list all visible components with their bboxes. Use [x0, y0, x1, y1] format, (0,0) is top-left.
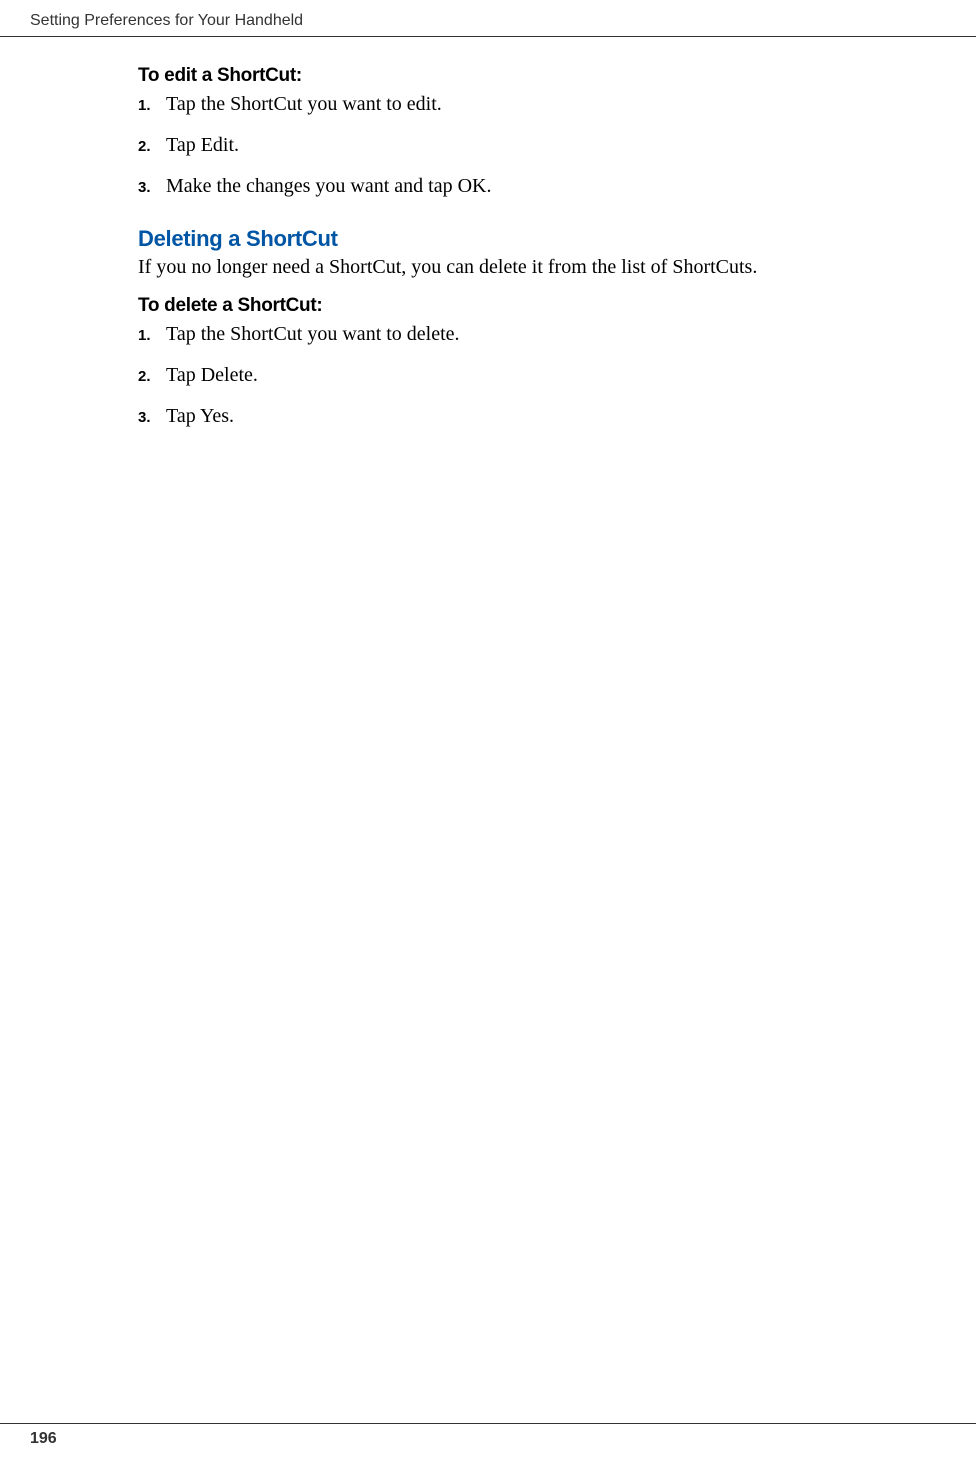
step-number: 1.	[138, 327, 166, 344]
step-number: 3.	[138, 409, 166, 426]
delete-section-heading: Deleting a ShortCut	[138, 226, 916, 252]
page-number: 196	[0, 1430, 976, 1448]
delete-steps-list: 1. Tap the ShortCut you want to delete. …	[138, 321, 916, 430]
step-number: 1.	[138, 97, 166, 114]
step-text: Tap the ShortCut you want to delete.	[166, 321, 460, 348]
header-title: Setting Preferences for Your Handheld	[30, 12, 976, 30]
edit-procedure-heading: To edit a ShortCut:	[138, 65, 916, 87]
list-item: 3. Make the changes you want and tap OK.	[138, 173, 916, 200]
list-item: 2. Tap Edit.	[138, 132, 916, 159]
edit-steps-list: 1. Tap the ShortCut you want to edit. 2.…	[138, 91, 916, 200]
step-text: Tap Yes.	[166, 403, 234, 430]
page-content: To edit a ShortCut: 1. Tap the ShortCut …	[0, 65, 976, 430]
step-number: 2.	[138, 138, 166, 155]
page-footer: 196	[0, 1423, 976, 1448]
delete-procedure-heading: To delete a ShortCut:	[138, 295, 916, 317]
step-text: Tap Delete.	[166, 362, 258, 389]
step-number: 3.	[138, 179, 166, 196]
list-item: 3. Tap Yes.	[138, 403, 916, 430]
step-text: Tap the ShortCut you want to edit.	[166, 91, 442, 118]
list-item: 1. Tap the ShortCut you want to delete.	[138, 321, 916, 348]
step-text: Tap Edit.	[166, 132, 239, 159]
page-header: Setting Preferences for Your Handheld	[0, 0, 976, 37]
step-text: Make the changes you want and tap OK.	[166, 173, 491, 200]
list-item: 1. Tap the ShortCut you want to edit.	[138, 91, 916, 118]
list-item: 2. Tap Delete.	[138, 362, 916, 389]
delete-intro-text: If you no longer need a ShortCut, you ca…	[138, 254, 916, 281]
step-number: 2.	[138, 368, 166, 385]
